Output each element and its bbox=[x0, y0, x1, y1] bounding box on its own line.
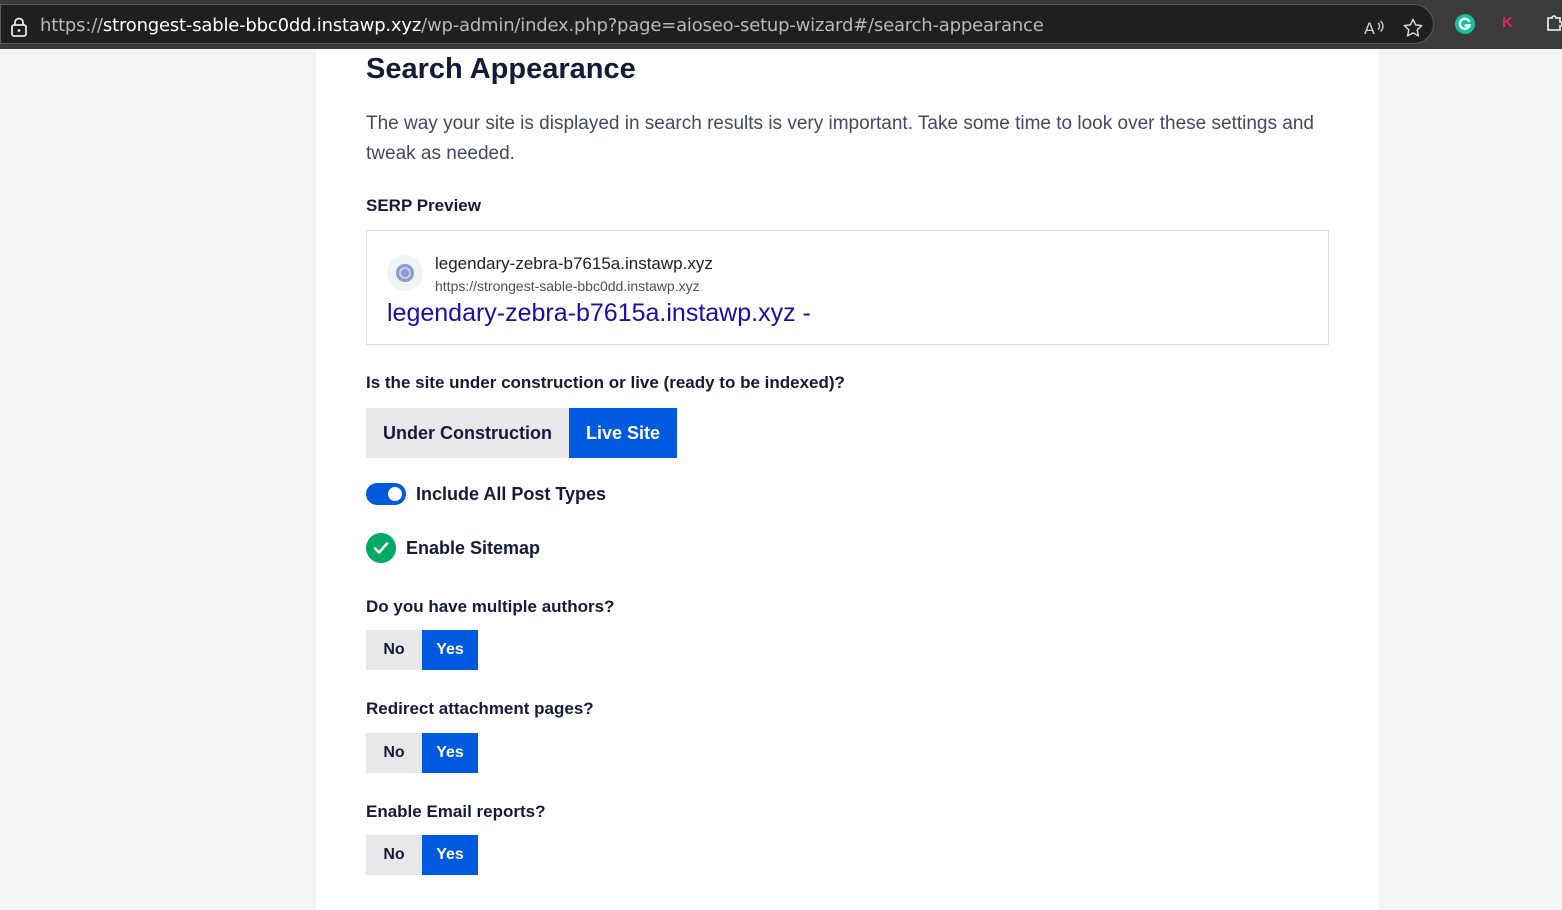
email-reports-yes-button[interactable]: Yes bbox=[422, 835, 478, 875]
redirect-attachments-toggle: No Yes bbox=[366, 733, 478, 773]
redirect-attachments-no-button[interactable]: No bbox=[366, 733, 422, 773]
extension-k-icon[interactable]: K bbox=[1502, 14, 1513, 31]
serp-site-name: legendary-zebra-b7615a.instawp.xyz bbox=[435, 254, 713, 273]
enable-sitemap-row: Enable Sitemap bbox=[366, 533, 540, 563]
live-site-button[interactable]: Live Site bbox=[569, 408, 678, 458]
site-status-toggle: Under Construction Live Site bbox=[366, 408, 678, 458]
redirect-attachments-question: Redirect attachment pages? bbox=[366, 699, 594, 718]
include-post-types-row: Include All Post Types bbox=[366, 483, 606, 505]
under-construction-button[interactable]: Under Construction bbox=[366, 408, 569, 458]
checkmark-icon[interactable] bbox=[366, 533, 396, 563]
grammarly-extension-icon[interactable] bbox=[1454, 13, 1476, 35]
email-reports-question: Enable Email reports? bbox=[366, 802, 546, 821]
serp-preview-label: SERP Preview bbox=[366, 196, 481, 215]
browser-toolbar: https://strongest-sable-bbc0dd.instawp.x… bbox=[0, 0, 1562, 49]
site-status-question: Is the site under construction or live (… bbox=[366, 373, 845, 392]
multiple-authors-no-button[interactable]: No bbox=[366, 630, 422, 670]
svg-text:A: A bbox=[1364, 19, 1375, 38]
setup-wizard-card: Search Appearance The way your site is d… bbox=[316, 49, 1379, 910]
include-post-types-label: Include All Post Types bbox=[416, 483, 607, 504]
read-aloud-icon[interactable]: A bbox=[1363, 18, 1385, 43]
multiple-authors-yes-button[interactable]: Yes bbox=[422, 630, 478, 670]
serp-preview: legendary-zebra-b7615a.instawp.xyz https… bbox=[366, 230, 1329, 345]
favorite-star-icon[interactable] bbox=[1402, 17, 1424, 44]
toggle-knob bbox=[388, 487, 402, 501]
lock-icon[interactable] bbox=[10, 17, 28, 42]
multiple-authors-toggle: No Yes bbox=[366, 630, 478, 670]
url-text[interactable]: https://strongest-sable-bbc0dd.instawp.x… bbox=[40, 15, 1044, 36]
page-title: Search Appearance bbox=[366, 53, 636, 85]
globe-icon bbox=[387, 255, 423, 291]
email-reports-toggle: No Yes bbox=[366, 835, 478, 875]
extensions-puzzle-icon[interactable] bbox=[1544, 12, 1562, 41]
url-path: /wp-admin/index.php?page=aioseo-setup-wi… bbox=[421, 15, 1044, 36]
enable-sitemap-label: Enable Sitemap bbox=[406, 537, 541, 558]
email-reports-no-button[interactable]: No bbox=[366, 835, 422, 875]
address-bar[interactable]: https://strongest-sable-bbc0dd.instawp.x… bbox=[0, 4, 1434, 44]
url-host: strongest-sable-bbc0dd.instawp.xyz bbox=[102, 15, 422, 36]
redirect-attachments-yes-button[interactable]: Yes bbox=[422, 733, 478, 773]
serp-site-url: https://strongest-sable-bbc0dd.instawp.x… bbox=[435, 278, 700, 294]
serp-result-title: legendary-zebra-b7615a.instawp.xyz - bbox=[387, 299, 811, 327]
multiple-authors-question: Do you have multiple authors? bbox=[366, 597, 615, 616]
include-post-types-toggle[interactable] bbox=[366, 483, 406, 505]
page-description: The way your site is displayed in search… bbox=[366, 113, 1314, 164]
url-scheme: https:// bbox=[40, 15, 103, 36]
